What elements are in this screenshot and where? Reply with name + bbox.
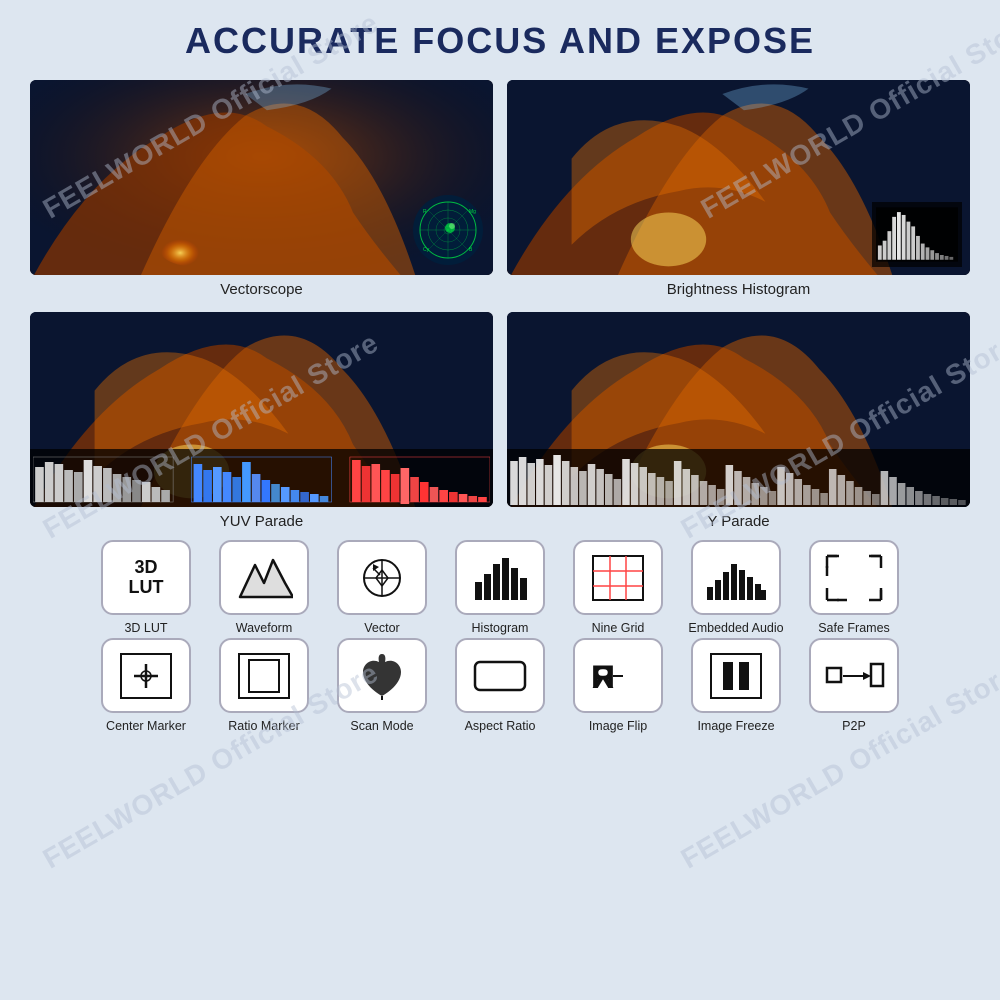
icon-item-audio: Embedded Audio [681, 540, 791, 636]
vector-icon [353, 552, 411, 604]
icon-box-scan-mode[interactable] [337, 638, 427, 713]
image-freeze-icon [707, 650, 765, 702]
icon-item-aspect-ratio: Aspect Ratio [445, 638, 555, 734]
image-frame-y-parade [507, 312, 970, 507]
icon-label-aspect-ratio: Aspect Ratio [465, 718, 536, 734]
3dlut-text: 3DLUT [129, 558, 164, 598]
icon-item-safe-frames: Safe Frames [799, 540, 909, 636]
image-cell-yuv: YUV Parade [30, 312, 493, 530]
icon-box-histogram[interactable] [455, 540, 545, 615]
icon-label-vector: Vector [364, 620, 399, 636]
svg-text:Mg: Mg [469, 209, 476, 215]
icon-box-nine-grid[interactable] [573, 540, 663, 615]
icon-label-ratio-marker: Ratio Marker [228, 718, 300, 734]
icons-row-1: 3DLUT 3D LUT Waveform [30, 540, 970, 636]
aspect-ratio-icon [471, 650, 529, 702]
icon-label-nine-grid: Nine Grid [592, 620, 645, 636]
caption-histogram: Brightness Histogram [667, 281, 810, 298]
icon-box-audio[interactable] [691, 540, 781, 615]
icon-box-safe-frames[interactable] [809, 540, 899, 615]
icon-box-ratio-marker[interactable] [219, 638, 309, 713]
icon-item-vector: Vector [327, 540, 437, 636]
y-parade-overlay [507, 449, 970, 507]
image-flip-icon: R R [587, 650, 649, 702]
icon-label-image-flip: Image Flip [589, 718, 647, 734]
icon-item-histogram: Histogram [445, 540, 555, 636]
icon-box-p2p[interactable] [809, 638, 899, 713]
icon-box-aspect-ratio[interactable] [455, 638, 545, 713]
center-marker-icon [117, 650, 175, 702]
yuv-overlay [30, 449, 493, 507]
icon-label-center-marker: Center Marker [106, 718, 186, 734]
nine-grid-icon [589, 552, 647, 604]
caption-vectorscope: Vectorscope [220, 281, 303, 298]
icon-label-p2p: P2P [842, 718, 866, 734]
icon-label-safe-frames: Safe Frames [818, 620, 890, 636]
svg-text:R: R [592, 659, 615, 695]
icon-label-waveform: Waveform [236, 620, 293, 636]
icon-box-3dlut[interactable]: 3DLUT [101, 540, 191, 615]
histogram-icon [471, 552, 529, 604]
vectorscope-overlay: R Mg B Cy [413, 195, 483, 265]
icon-box-vector[interactable] [337, 540, 427, 615]
icon-item-waveform: Waveform [209, 540, 319, 636]
svg-text:Cy: Cy [423, 247, 430, 253]
image-frame-histogram [507, 80, 970, 275]
safe-frames-icon [823, 552, 885, 604]
image-cell-histogram: Brightness Histogram [507, 80, 970, 298]
icon-label-histogram: Histogram [472, 620, 529, 636]
page-container: ACCURATE FOCUS AND EXPOSE [0, 0, 1000, 1000]
icon-box-waveform[interactable] [219, 540, 309, 615]
caption-yuv: YUV Parade [220, 513, 303, 530]
audio-icon [705, 552, 767, 604]
svg-text:R: R [423, 209, 427, 215]
waveform-icon [235, 555, 293, 601]
icon-item-ratio-marker: Ratio Marker [209, 638, 319, 734]
icon-label-3dlut: 3D LUT [124, 620, 167, 636]
icons-row-2: Center Marker Ratio Marker [30, 638, 970, 734]
svg-text:B: B [469, 247, 473, 253]
icon-item-nine-grid: Nine Grid [563, 540, 673, 636]
icon-box-image-flip[interactable]: R R [573, 638, 663, 713]
icon-item-p2p: P2P [799, 638, 909, 734]
image-grid: R Mg B Cy Vectorscope [30, 80, 970, 530]
image-cell-vectorscope: R Mg B Cy Vectorscope [30, 80, 493, 298]
ratio-marker-icon [235, 650, 293, 702]
image-frame-yuv [30, 312, 493, 507]
icon-item-3dlut: 3DLUT 3D LUT [91, 540, 201, 636]
icon-box-center-marker[interactable] [101, 638, 191, 713]
caption-y-parade: Y Parade [707, 513, 769, 530]
icon-label-scan-mode: Scan Mode [350, 718, 413, 734]
icons-section: 3DLUT 3D LUT Waveform [30, 540, 970, 737]
p2p-icon [823, 650, 885, 702]
histogram-overlay [872, 202, 962, 267]
image-frame-vectorscope: R Mg B Cy [30, 80, 493, 275]
icon-item-image-freeze: Image Freeze [681, 638, 791, 734]
icon-label-image-freeze: Image Freeze [697, 718, 774, 734]
icon-item-image-flip: R R Image Flip [563, 638, 673, 734]
icon-box-image-freeze[interactable] [691, 638, 781, 713]
image-cell-y-parade: Y Parade [507, 312, 970, 530]
icon-label-audio: Embedded Audio [688, 620, 783, 636]
page-title: ACCURATE FOCUS AND EXPOSE [185, 20, 815, 62]
scan-mode-icon [353, 650, 411, 702]
icon-item-scan-mode: Scan Mode [327, 638, 437, 734]
icon-item-center-marker: Center Marker [91, 638, 201, 734]
